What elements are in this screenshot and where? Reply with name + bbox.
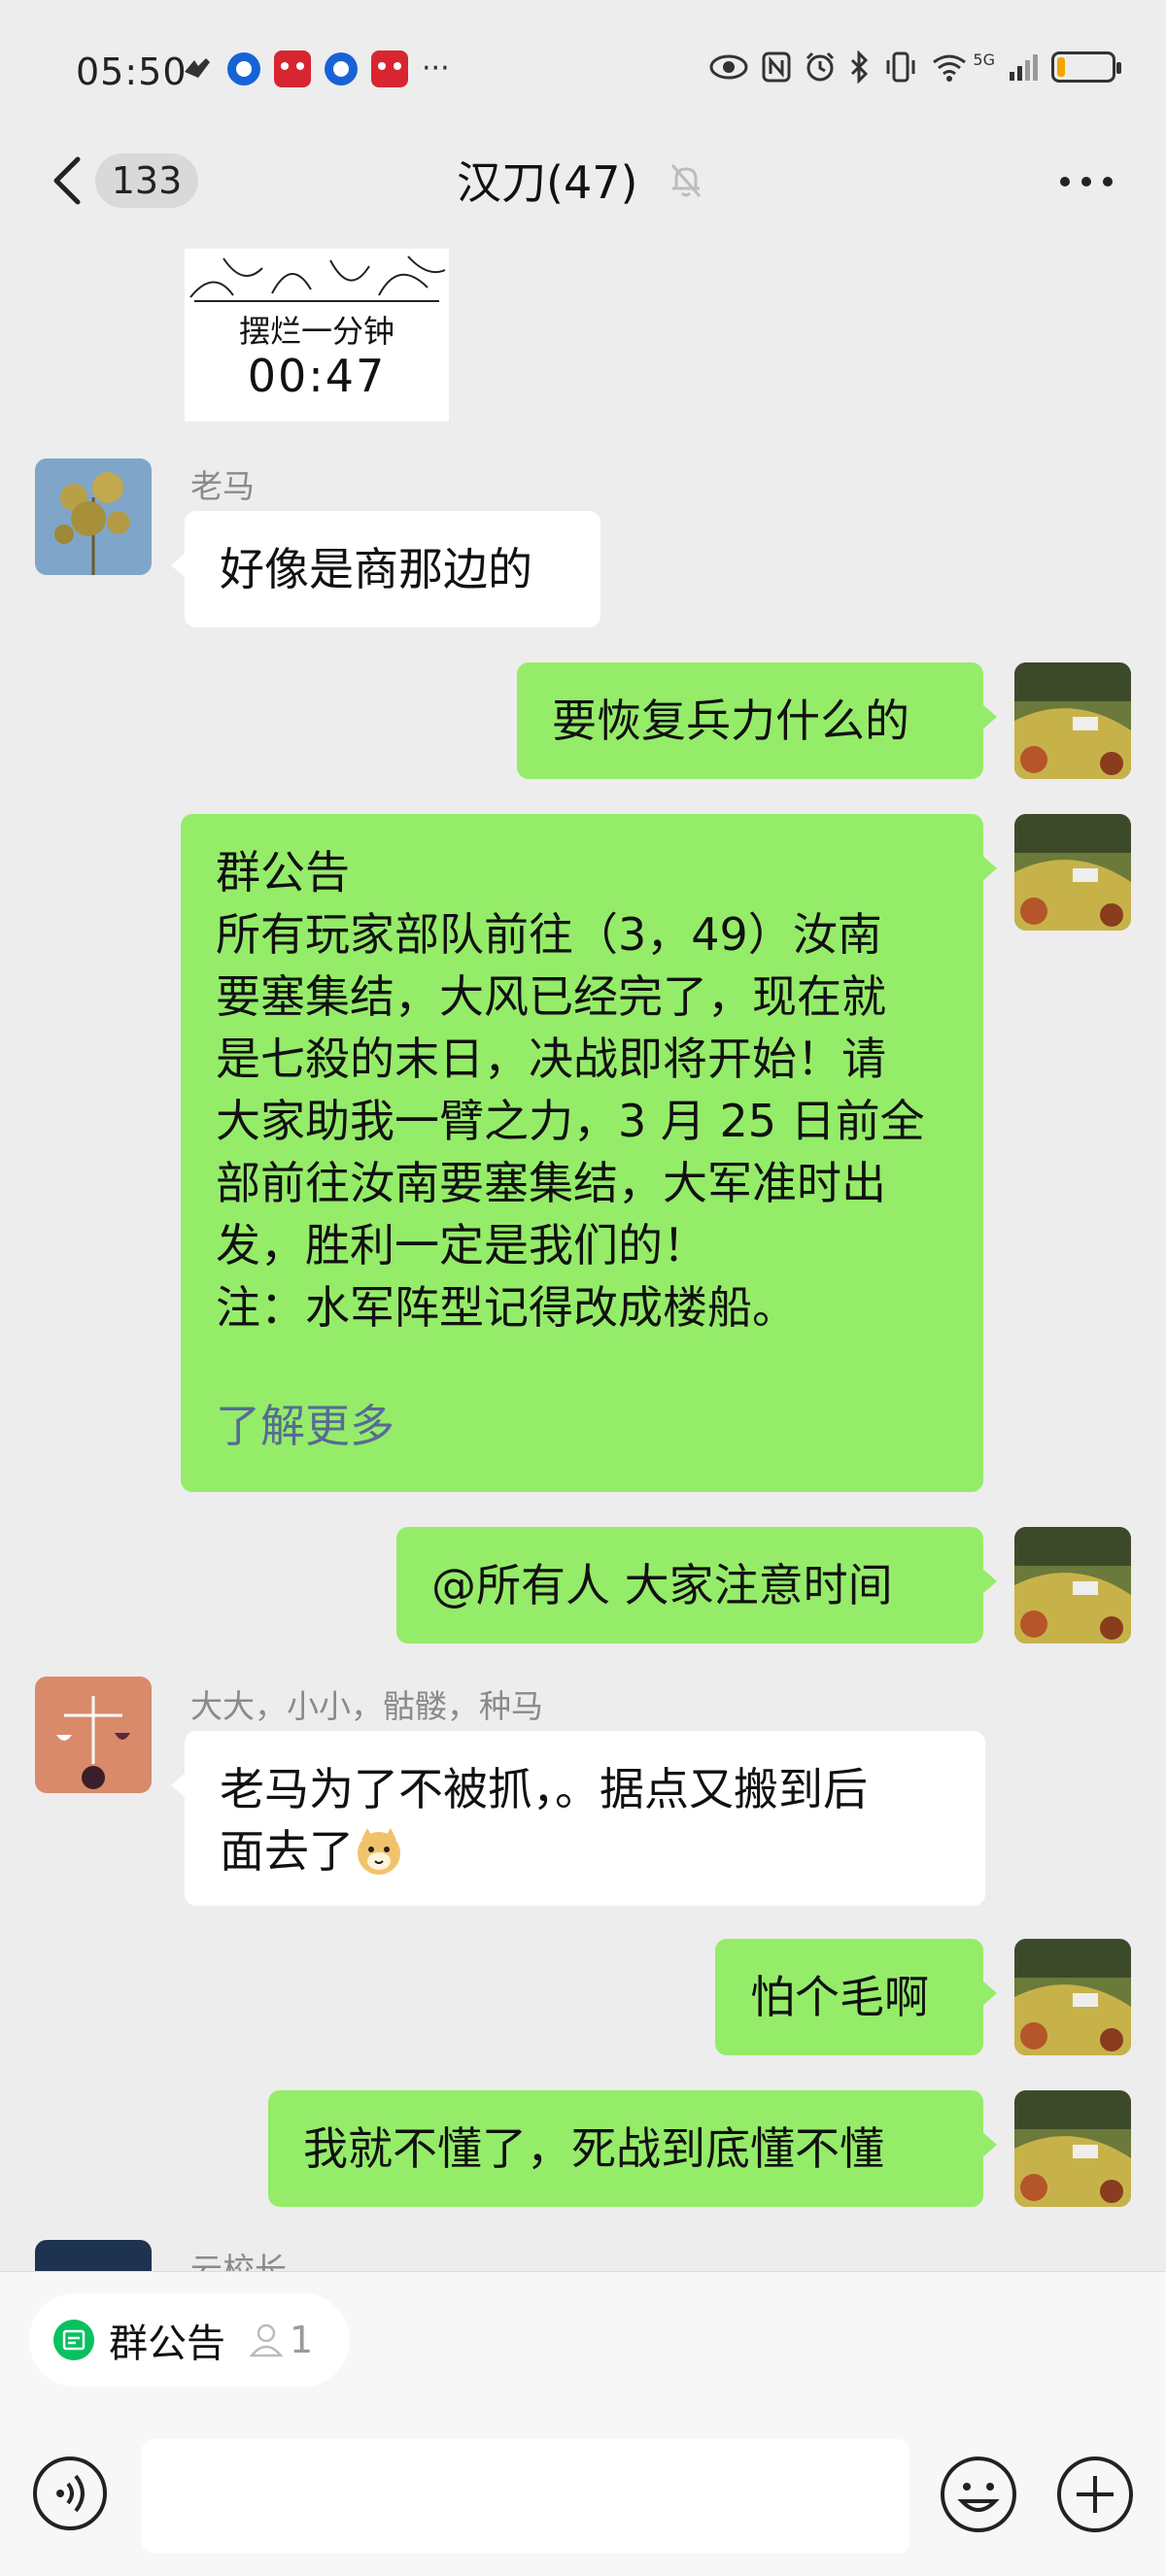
avatar-image xyxy=(35,458,152,575)
pinned-notice-label: 群公告 xyxy=(109,2322,225,2366)
doge-emoji-icon xyxy=(358,1828,400,1875)
message-text-line2-wrap: 面去了 xyxy=(220,1820,950,1882)
avatar-self[interactable] xyxy=(1014,1939,1131,2055)
avatar-image xyxy=(1014,814,1131,931)
more-notifications-icon: ··· xyxy=(422,51,450,85)
avatar-member[interactable] xyxy=(35,1677,152,1793)
voice-icon[interactable] xyxy=(31,2455,109,2532)
signal-icon xyxy=(1010,54,1038,81)
battery-level xyxy=(1057,57,1065,77)
plus-icon[interactable] xyxy=(1055,2455,1135,2534)
more-icon[interactable] xyxy=(1057,167,1115,196)
game-app-icon xyxy=(274,51,311,87)
notification-icons: ··· xyxy=(181,51,450,87)
battery-icon xyxy=(1051,51,1121,83)
message-bubble[interactable]: 我就不懂了，死战到底懂不懂 xyxy=(268,2090,997,2207)
bluetooth-icon xyxy=(851,51,869,84)
sticker-timer: 00:47 xyxy=(247,350,387,402)
avatar-self[interactable] xyxy=(1014,2090,1131,2207)
nfc-icon xyxy=(762,51,791,83)
mute-bell-icon xyxy=(670,164,702,197)
avatar-image xyxy=(35,1677,152,1793)
person-icon xyxy=(249,2323,284,2357)
avatar-self[interactable] xyxy=(1014,814,1131,931)
avatar-yunxiaozhang[interactable] xyxy=(35,2240,152,2271)
message-bubble[interactable]: @所有人 大家注意时间 xyxy=(396,1527,997,1644)
alarm-icon xyxy=(806,51,835,82)
network-type: 5G xyxy=(973,50,995,69)
sender-name: 老马 xyxy=(190,467,255,505)
unread-count-badge[interactable]: 133 xyxy=(95,153,198,208)
app-badge-icon-2 xyxy=(325,52,358,85)
game-app-icon-2 xyxy=(371,51,408,87)
notice-icon xyxy=(53,2320,94,2360)
back-icon[interactable] xyxy=(47,155,86,206)
notice-title: 群公告 xyxy=(216,846,350,898)
message-bubble[interactable]: 老马为了不被抓，。据点又搬到后 面去了 xyxy=(171,1731,985,1906)
pinned-notice-pill[interactable]: 群公告 1 xyxy=(29,2293,350,2387)
system-icons: 5G xyxy=(708,50,1121,84)
sticker-drawing xyxy=(189,255,446,302)
avatar-self[interactable] xyxy=(1014,1527,1131,1644)
avatar-image xyxy=(1014,1939,1131,2055)
emoji-icon[interactable] xyxy=(939,2455,1018,2534)
wifi-icon xyxy=(933,54,967,82)
avatar-self[interactable] xyxy=(1014,662,1131,779)
avatar-image xyxy=(35,2240,152,2271)
avatar-image xyxy=(1014,662,1131,779)
message-bubble[interactable]: 要恢复兵力什么的 xyxy=(517,662,997,779)
sender-name: 云校长 xyxy=(190,2251,287,2271)
message-input[interactable] xyxy=(142,2439,909,2554)
app-notification-icon xyxy=(185,58,210,78)
message-text-line1: 老马为了不被抓，。据点又搬到后 xyxy=(220,1763,868,1815)
status-bar: 05:50 ··· 5G xyxy=(0,0,1166,144)
input-bar: 群公告 1 xyxy=(0,2271,1166,2576)
avatar-image xyxy=(1014,1527,1131,1644)
vibrate-icon xyxy=(886,51,915,83)
chat-message-list[interactable]: 摆烂一分钟 00:47 老马 好像是商那边的 要恢复兵力什么的 群公告 所有玩家… xyxy=(0,249,1166,2271)
chat-title-wrap: 汉刀(47) xyxy=(457,148,637,212)
group-notice-card[interactable]: 群公告 所有玩家部队前往（3，49）汝南 要塞集结，大风已经完了，现在就 是七殺… xyxy=(181,814,997,1492)
app-badge-icon xyxy=(227,52,260,85)
notice-body: 所有玩家部队前往（3，49）汝南 要塞集结，大风已经完了，现在就 是七殺的末日，… xyxy=(216,908,925,1334)
notice-learn-more-link[interactable]: 了解更多 xyxy=(216,1395,948,1457)
avatar-laoma[interactable] xyxy=(35,458,152,575)
sender-name: 大大，小小，骷髅，种马 xyxy=(190,1687,543,1725)
avatar-image xyxy=(1014,2090,1131,2207)
message-bubble[interactable]: 好像是商那边的 xyxy=(171,511,600,627)
message-bubble[interactable]: 怕个毛啊 xyxy=(715,1939,997,2055)
eye-icon xyxy=(709,54,748,80)
chat-title: 汉刀(47) xyxy=(457,156,638,209)
sticker-message[interactable]: 摆烂一分钟 00:47 xyxy=(185,249,449,422)
sticker-caption: 摆烂一分钟 xyxy=(238,313,394,350)
status-time: 05:50 xyxy=(76,51,188,93)
pinned-notice-count: 1 xyxy=(290,2319,314,2361)
message-text-line2: 面去了 xyxy=(220,1825,354,1878)
